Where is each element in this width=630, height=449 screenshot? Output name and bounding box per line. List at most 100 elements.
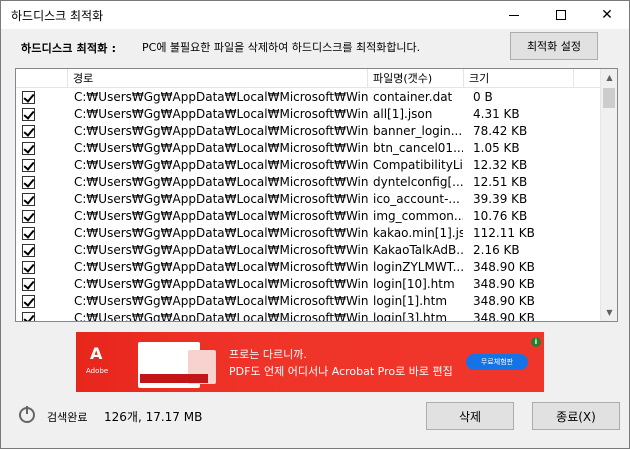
row-checkbox[interactable] xyxy=(22,193,35,206)
row-checkbox[interactable] xyxy=(22,244,35,257)
row-size: 2.16 KB xyxy=(473,243,520,257)
row-path: C:₩Users₩Gg₩AppData₩Local₩Microsoft₩Wind… xyxy=(74,107,368,121)
table-row[interactable]: C:₩Users₩Gg₩AppData₩Local₩Microsoft₩Wind… xyxy=(16,123,600,140)
row-path: C:₩Users₩Gg₩AppData₩Local₩Microsoft₩Wind… xyxy=(74,175,368,189)
scroll-down-icon[interactable]: ▼ xyxy=(601,304,617,321)
row-filename: loginZYLMWT... xyxy=(373,260,463,274)
table-row[interactable]: C:₩Users₩Gg₩AppData₩Local₩Microsoft₩Wind… xyxy=(16,208,600,225)
column-header-filename[interactable]: 파일명(갯수) xyxy=(368,69,464,88)
ad-cta-button[interactable]: 무료체험판 xyxy=(466,354,528,370)
status-summary: 126개, 17.17 MB xyxy=(104,410,203,424)
table-row[interactable]: C:₩Users₩Gg₩AppData₩Local₩Microsoft₩Wind… xyxy=(16,191,600,208)
ad-brand: Adobe xyxy=(86,367,109,375)
row-size: 12.32 KB xyxy=(473,158,528,172)
row-filename: all[1].json xyxy=(373,107,433,121)
row-filename: CompatibilityLi... xyxy=(373,158,463,172)
table-row[interactable]: C:₩Users₩Gg₩AppData₩Local₩Microsoft₩Wind… xyxy=(16,174,600,191)
title-bar[interactable]: 하드디스크 최적화 ✕ xyxy=(1,1,629,29)
close-icon: ✕ xyxy=(601,7,613,23)
maximize-button[interactable] xyxy=(538,1,584,29)
column-header-size[interactable]: 크기 xyxy=(464,69,574,88)
row-checkbox[interactable] xyxy=(22,159,35,172)
scroll-thumb[interactable] xyxy=(603,88,615,108)
row-checkbox[interactable] xyxy=(22,227,35,240)
delete-button[interactable]: 삭제 xyxy=(426,402,514,430)
row-size: 348.90 KB xyxy=(473,311,535,321)
column-header-path[interactable]: 경로 xyxy=(68,69,368,88)
scroll-up-icon[interactable]: ▲ xyxy=(601,69,617,86)
row-path: C:₩Users₩Gg₩AppData₩Local₩Microsoft₩Wind… xyxy=(74,277,368,291)
table-row[interactable]: C:₩Users₩Gg₩AppData₩Local₩Microsoft₩Wind… xyxy=(16,225,600,242)
maximize-icon xyxy=(556,10,566,20)
row-path: C:₩Users₩Gg₩AppData₩Local₩Microsoft₩Wind… xyxy=(74,260,368,274)
header-label: 하드디스크 최적화 : xyxy=(21,42,117,55)
row-size: 39.39 KB xyxy=(473,192,528,206)
table-row[interactable]: C:₩Users₩Gg₩AppData₩Local₩Microsoft₩Wind… xyxy=(16,276,600,293)
row-size: 12.51 KB xyxy=(473,175,528,189)
row-checkbox[interactable] xyxy=(22,295,35,308)
row-path: C:₩Users₩Gg₩AppData₩Local₩Microsoft₩Wind… xyxy=(74,90,368,104)
row-filename: container.dat xyxy=(373,90,453,104)
row-size: 4.31 KB xyxy=(473,107,520,121)
list-header: 경로 파일명(갯수) 크기 xyxy=(16,69,617,88)
row-filename: login[10].htm xyxy=(373,277,455,291)
table-row[interactable]: C:₩Users₩Gg₩AppData₩Local₩Microsoft₩Wind… xyxy=(16,157,600,174)
row-size: 78.42 KB xyxy=(473,124,528,138)
row-filename: banner_login... xyxy=(373,124,463,138)
table-row[interactable]: C:₩Users₩Gg₩AppData₩Local₩Microsoft₩Wind… xyxy=(16,140,600,157)
row-checkbox[interactable] xyxy=(22,210,35,223)
row-checkbox[interactable] xyxy=(22,261,35,274)
table-row[interactable]: C:₩Users₩Gg₩AppData₩Local₩Microsoft₩Wind… xyxy=(16,293,600,310)
row-size: 10.76 KB xyxy=(473,209,528,223)
row-filename: ico_account-... xyxy=(373,192,460,206)
row-filename: KakaoTalkAdB... xyxy=(373,243,463,257)
table-row[interactable]: C:₩Users₩Gg₩AppData₩Local₩Microsoft₩Wind… xyxy=(16,89,600,106)
minimize-icon xyxy=(509,14,519,16)
row-filename: login[1].htm xyxy=(373,294,448,308)
row-filename: dyntelconfig[... xyxy=(373,175,463,189)
minimize-button[interactable] xyxy=(491,1,537,29)
row-path: C:₩Users₩Gg₩AppData₩Local₩Microsoft₩Wind… xyxy=(74,192,368,206)
row-path: C:₩Users₩Gg₩AppData₩Local₩Microsoft₩Wind… xyxy=(74,141,368,155)
row-size: 348.90 KB xyxy=(473,260,535,274)
ad-document-bar xyxy=(140,374,208,383)
row-size: 348.90 KB xyxy=(473,294,535,308)
row-checkbox[interactable] xyxy=(22,108,35,121)
row-size: 0 B xyxy=(473,90,493,104)
row-path: C:₩Users₩Gg₩AppData₩Local₩Microsoft₩Wind… xyxy=(74,158,368,172)
row-checkbox[interactable] xyxy=(22,125,35,138)
row-filename: login[3].htm xyxy=(373,311,448,321)
table-row[interactable]: C:₩Users₩Gg₩AppData₩Local₩Microsoft₩Wind… xyxy=(16,259,600,276)
table-row[interactable]: C:₩Users₩Gg₩AppData₩Local₩Microsoft₩Wind… xyxy=(16,106,600,123)
row-checkbox[interactable] xyxy=(22,176,35,189)
row-filename: img_common... xyxy=(373,209,463,223)
row-checkbox[interactable] xyxy=(22,91,35,104)
row-path: C:₩Users₩Gg₩AppData₩Local₩Microsoft₩Wind… xyxy=(74,226,368,240)
row-checkbox[interactable] xyxy=(22,312,35,321)
adobe-logo-icon: A xyxy=(90,344,103,363)
ad-headline: 프로는 다르니까. xyxy=(229,348,307,361)
row-checkbox[interactable] xyxy=(22,142,35,155)
row-size: 1.05 KB xyxy=(473,141,520,155)
row-filename: kakao.min[1].js xyxy=(373,226,463,240)
vertical-scrollbar[interactable]: ▲ ▼ xyxy=(600,69,617,321)
table-row[interactable]: C:₩Users₩Gg₩AppData₩Local₩Microsoft₩Wind… xyxy=(16,310,600,321)
ad-info-icon[interactable]: i xyxy=(531,337,541,347)
row-path: C:₩Users₩Gg₩AppData₩Local₩Microsoft₩Wind… xyxy=(74,243,368,257)
optimize-settings-button[interactable]: 최적화 설정 xyxy=(510,32,598,60)
column-header-check[interactable] xyxy=(16,69,68,88)
row-path: C:₩Users₩Gg₩AppData₩Local₩Microsoft₩Wind… xyxy=(74,124,368,138)
file-list[interactable]: 경로 파일명(갯수) 크기 C:₩Users₩Gg₩AppData₩Local₩… xyxy=(15,68,618,322)
status-label: 검색완료 xyxy=(47,411,88,424)
row-checkbox[interactable] xyxy=(22,278,35,291)
row-path: C:₩Users₩Gg₩AppData₩Local₩Microsoft₩Wind… xyxy=(74,294,368,308)
header-description: PC에 불필요한 파일을 삭제하여 하드디스크를 최적화합니다. xyxy=(142,41,421,54)
exit-button[interactable]: 종료(X) xyxy=(532,402,620,430)
row-filename: btn_cancel01... xyxy=(373,141,463,155)
power-icon xyxy=(19,406,35,423)
close-button[interactable]: ✕ xyxy=(584,1,630,29)
ad-banner[interactable]: A Adobe 프로는 다르니까. PDF도 언제 어디서나 Acrobat P… xyxy=(76,332,544,392)
table-row[interactable]: C:₩Users₩Gg₩AppData₩Local₩Microsoft₩Wind… xyxy=(16,242,600,259)
list-rows: C:₩Users₩Gg₩AppData₩Local₩Microsoft₩Wind… xyxy=(16,89,600,321)
row-size: 112.11 KB xyxy=(473,226,535,240)
